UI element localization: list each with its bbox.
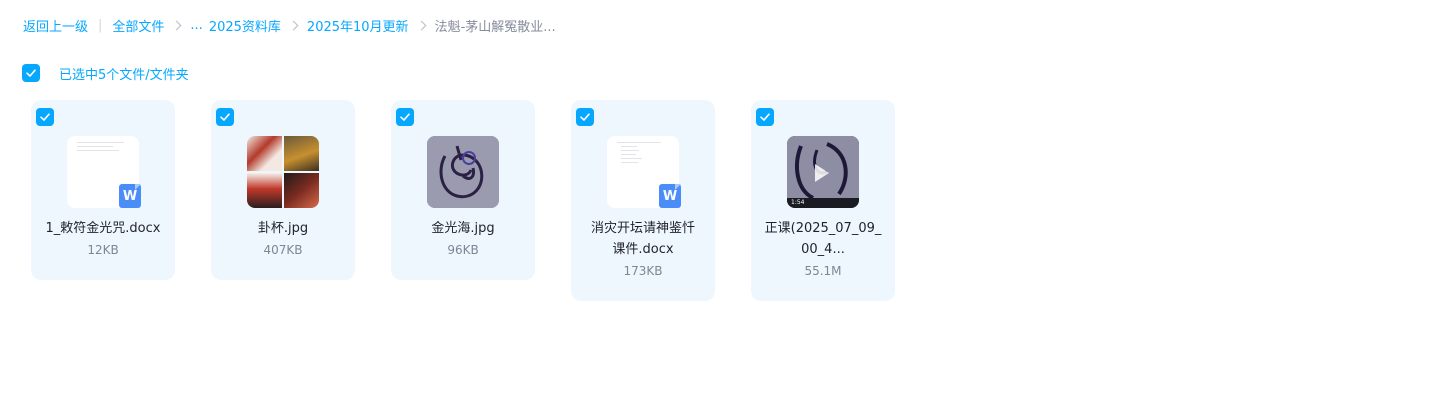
file-size: 55.1M	[804, 264, 842, 278]
breadcrumb-all-files[interactable]: 全部文件	[112, 16, 164, 35]
chevron-right-icon	[416, 20, 427, 30]
select-all-checkbox[interactable]	[22, 64, 40, 82]
file-checkbox[interactable]	[216, 108, 234, 126]
file-card[interactable]: W 消灾开坛请神鉴忏 课件.docx 173KB	[571, 100, 715, 301]
check-icon	[760, 113, 770, 121]
file-checkbox[interactable]	[396, 108, 414, 126]
breadcrumb-divider: |	[98, 17, 103, 33]
word-badge-icon: W	[119, 184, 141, 208]
image-thumbnail	[427, 136, 499, 208]
check-icon	[26, 69, 36, 77]
image-thumbnail	[247, 136, 319, 208]
file-name: 消灾开坛请神鉴忏 课件.docx	[590, 221, 695, 257]
selection-bar: 已选中5个文件/文件夹	[22, 64, 189, 83]
file-size: 96KB	[447, 243, 479, 257]
video-duration: 1:54	[791, 199, 805, 206]
chevron-right-icon	[171, 20, 182, 30]
video-thumbnail: 1:54	[787, 136, 859, 208]
play-icon	[815, 164, 829, 182]
chevron-right-icon	[288, 20, 299, 30]
breadcrumb: 返回上一级 | 全部文件 ... 2025资料库 2025年10月更新 法魁-茅…	[23, 15, 556, 35]
check-icon	[400, 113, 410, 121]
file-card[interactable]: 1:54 正课(2025_07_09_ 00_4... 55.1M	[751, 100, 895, 301]
word-badge-icon: W	[659, 184, 681, 208]
file-card[interactable]: 卦杯.jpg 407KB	[211, 100, 355, 280]
file-name: 卦杯.jpg	[257, 221, 309, 236]
breadcrumb-current-folder: 法魁-茅山解冤散业...	[434, 19, 556, 35]
selection-count-text: 已选中5个文件/文件夹	[59, 67, 189, 83]
breadcrumb-oct-update[interactable]: 2025年10月更新	[307, 16, 409, 35]
file-name: 1_敕符金光咒.docx	[45, 221, 161, 236]
file-name: 金光海.jpg	[431, 221, 495, 236]
file-card[interactable]: W 1_敕符金光咒.docx 12KB	[31, 100, 175, 280]
file-size: 12KB	[87, 243, 119, 257]
breadcrumb-ellipsis[interactable]: ...	[190, 18, 202, 33]
file-card[interactable]: 金光海.jpg 96KB	[391, 100, 535, 280]
file-checkbox[interactable]	[36, 108, 54, 126]
file-size: 407KB	[263, 243, 303, 257]
check-icon	[40, 113, 50, 121]
breadcrumb-2025-library[interactable]: 2025资料库	[209, 16, 281, 35]
back-link[interactable]: 返回上一级	[23, 16, 88, 35]
file-checkbox[interactable]	[756, 108, 774, 126]
file-size: 173KB	[623, 264, 663, 278]
check-icon	[580, 113, 590, 121]
check-icon	[220, 113, 230, 121]
file-name: 正课(2025_07_09_ 00_4...	[764, 221, 882, 257]
file-checkbox[interactable]	[576, 108, 594, 126]
file-grid: W 1_敕符金光咒.docx 12KB 卦杯.jpg 407KB 金光海.jpg…	[31, 100, 895, 301]
